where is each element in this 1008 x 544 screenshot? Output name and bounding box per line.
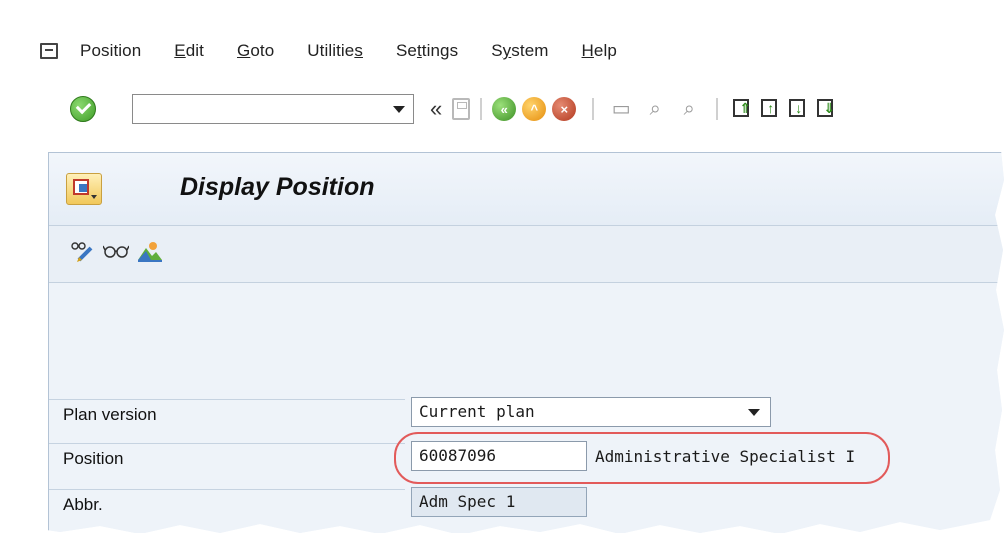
toolbar-separator: [592, 98, 595, 120]
plan-version-select[interactable]: Current plan: [411, 397, 771, 427]
find-icon[interactable]: ⌕: [645, 98, 665, 120]
last-page-icon[interactable]: ⇓: [815, 97, 837, 121]
collapse-chevron-icon[interactable]: «: [430, 96, 442, 122]
screen-menu-button[interactable]: [66, 173, 102, 205]
abbr-row: Abbr. Adm Spec 1: [49, 487, 609, 521]
print-icon[interactable]: ▭: [611, 98, 631, 120]
menu-utilities[interactable]: Utilities: [307, 41, 363, 61]
display-glasses-icon[interactable]: [103, 238, 129, 264]
command-input[interactable]: [137, 95, 391, 123]
menu-goto[interactable]: Goto: [237, 41, 274, 61]
back-icon[interactable]: «: [492, 97, 517, 121]
menu-icon[interactable]: [40, 43, 58, 59]
chevron-down-icon[interactable]: [748, 409, 760, 416]
menu-settings[interactable]: Settings: [396, 41, 458, 61]
abbr-label: Abbr.: [49, 489, 405, 519]
enter-check-icon[interactable]: [70, 96, 96, 122]
menu-system[interactable]: System: [491, 41, 548, 61]
find-next-icon[interactable]: ⌕: [679, 98, 699, 120]
toolbar-separator: [480, 98, 483, 120]
highlight-ellipse: [394, 432, 890, 484]
previous-page-icon[interactable]: ↑: [759, 97, 781, 121]
menu-position[interactable]: Position: [80, 41, 141, 61]
title-bar: Display Position: [49, 153, 1008, 226]
overview-landscape-icon[interactable]: [137, 238, 163, 264]
save-icon[interactable]: [452, 98, 471, 120]
exit-icon[interactable]: ^: [522, 97, 547, 121]
position-label: Position: [49, 443, 405, 473]
menu-help[interactable]: Help: [582, 41, 617, 61]
page-title: Display Position: [180, 173, 375, 201]
first-page-icon[interactable]: ⇑: [731, 97, 753, 121]
chevron-down-icon: [91, 195, 97, 199]
toolbar-separator: [716, 98, 719, 120]
menu-edit[interactable]: Edit: [174, 41, 204, 61]
command-dropdown-icon[interactable]: [393, 106, 405, 113]
cancel-icon[interactable]: ×: [552, 97, 577, 121]
next-page-icon[interactable]: ↓: [787, 97, 809, 121]
abbr-field: Adm Spec 1: [411, 487, 587, 517]
menu-bar: Position Edit Goto Utilities Settings Sy…: [40, 34, 970, 68]
command-field[interactable]: [132, 94, 414, 124]
screenshot-paper: Position Edit Goto Utilities Settings Sy…: [0, 0, 1008, 535]
plan-version-label: Plan version: [49, 399, 405, 429]
standard-toolbar: « « ^ × ▭ ⌕ ⌕ ⇑ ↑ ↓ ⇓: [70, 88, 1000, 130]
form-area: Plan version Current plan Position 60087…: [49, 283, 1008, 533]
change-icon[interactable]: [69, 238, 95, 264]
application-toolbar: [49, 226, 1008, 283]
plan-version-row: Plan version Current plan: [49, 397, 771, 431]
